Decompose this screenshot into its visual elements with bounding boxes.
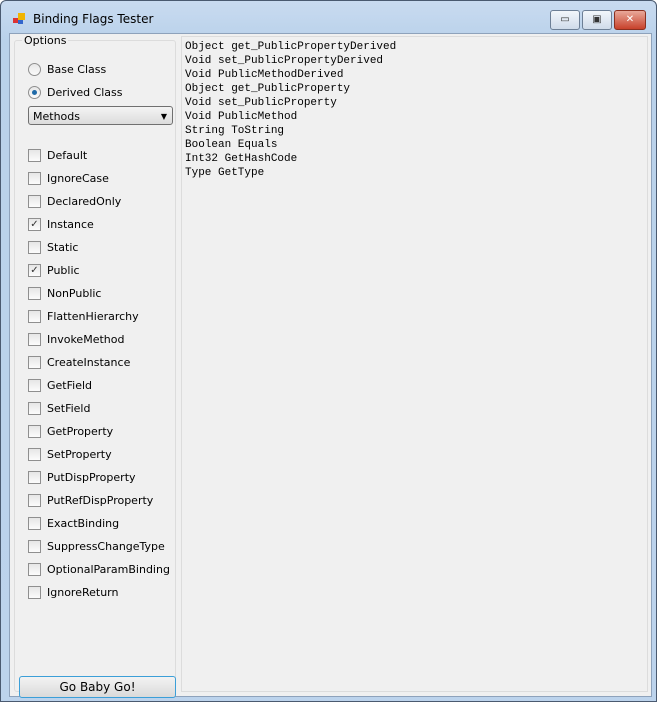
checkbox-label: Instance [47,217,94,231]
minimize-button[interactable]: ▭ [550,10,580,30]
checkbox-label: Default [47,148,88,162]
checkbox[interactable] [28,401,41,415]
member-type-dropdown[interactable]: Methods ▼ [28,106,173,125]
checkbox-nonpublic[interactable]: NonPublic [28,285,101,301]
checkbox-putdispproperty[interactable]: PutDispProperty [28,469,136,485]
checkbox-label: SetProperty [47,447,112,461]
radio-button[interactable] [28,85,41,99]
checkbox-createinstance[interactable]: CreateInstance [28,354,130,370]
checkbox-setproperty[interactable]: SetProperty [28,446,112,462]
window: Binding Flags Tester ▭ ▣ ✕ Options Base … [0,0,657,702]
close-button[interactable]: ✕ [614,10,646,30]
checkbox-label: OptionalParamBinding [47,562,170,576]
checkbox-invokemethod[interactable]: InvokeMethod [28,331,124,347]
checkbox-exactbinding[interactable]: ExactBinding [28,515,119,531]
output-line: Object get_PublicProperty [185,83,351,95]
checkbox[interactable]: ✓ [28,217,41,231]
checkbox-suppresschangetype[interactable]: SuppressChangeType [28,538,165,554]
checkbox-default[interactable]: Default [28,147,87,163]
checkbox-static[interactable]: Static [28,239,78,255]
output-line: String ToString [185,125,285,137]
radio-label: Base Class [47,62,107,76]
chevron-down-icon: ▼ [160,112,167,121]
checkbox[interactable] [28,378,41,392]
checkbox-label: IgnoreReturn [47,585,119,599]
checkbox-label: DeclaredOnly [47,194,122,208]
checkbox-label: IgnoreCase [47,171,109,185]
output-line: Boolean Equals [185,139,278,151]
radio-derived-class[interactable]: Derived Class [28,84,123,100]
output-line: Void set_PublicPropertyDerived [185,55,384,67]
checkbox-label: CreateInstance [47,355,131,369]
member-type-value: Methods [33,110,80,123]
checkbox[interactable] [28,194,41,208]
radio-button[interactable] [28,62,41,76]
output-line: Void set_PublicProperty [185,97,337,109]
checkbox[interactable] [28,447,41,461]
checkbox[interactable] [28,240,41,254]
checkbox[interactable]: ✓ [28,263,41,277]
checkbox[interactable] [28,516,41,530]
checkbox-label: Public [47,263,80,277]
checkbox[interactable] [28,332,41,346]
options-label: Options [22,34,69,47]
checkbox-instance[interactable]: ✓ Instance [28,216,94,232]
checkbox[interactable] [28,562,41,576]
client-area: Options Base Class Derived Class Methods … [9,33,652,698]
checkbox-label: PutRefDispProperty [47,493,154,507]
checkbox-label: GetProperty [47,424,114,438]
checkbox-label: FlattenHierarchy [47,309,139,323]
checkbox-label: PutDispProperty [47,470,136,484]
checkbox-ignorereturn[interactable]: IgnoreReturn [28,584,118,600]
checkbox[interactable] [28,585,41,599]
checkbox[interactable] [28,355,41,369]
checkbox-label: SuppressChangeType [47,539,165,553]
checkbox-public[interactable]: ✓ Public [28,262,80,278]
go-button[interactable]: Go Baby Go! [19,676,176,698]
checkbox[interactable] [28,493,41,507]
radio-base-class[interactable]: Base Class [28,61,106,77]
checkbox-label: Static [47,240,79,254]
output-line: Void PublicMethodDerived [185,69,344,81]
checkbox[interactable] [28,470,41,484]
maximize-button[interactable]: ▣ [582,10,612,30]
app-icon [13,13,27,25]
checkbox-getproperty[interactable]: GetProperty [28,423,113,439]
checkbox-label: NonPublic [47,286,102,300]
checkbox-putrefdispproperty[interactable]: PutRefDispProperty [28,492,153,508]
output-line: Object get_PublicPropertyDerived [185,41,397,53]
checkbox[interactable] [28,148,41,162]
checkbox[interactable] [28,539,41,553]
checkbox-declaredonly[interactable]: DeclaredOnly [28,193,121,209]
output-textbox[interactable]: Object get_PublicPropertyDerived Void set… [181,36,648,692]
radio-label: Derived Class [47,85,123,99]
checkbox-flattenhierarchy[interactable]: FlattenHierarchy [28,308,139,324]
checkbox-label: GetField [47,378,92,392]
window-title: Binding Flags Tester [33,12,154,26]
checkbox-getfield[interactable]: GetField [28,377,92,393]
output-line: Int32 GetHashCode [185,153,298,165]
checkbox[interactable] [28,286,41,300]
checkbox-optionalparambinding[interactable]: OptionalParamBinding [28,561,170,577]
checkbox-label: ExactBinding [47,516,120,530]
checkbox[interactable] [28,424,41,438]
checkbox-label: InvokeMethod [47,332,125,346]
output-line: Type GetType [185,167,265,179]
checkbox[interactable] [28,171,41,185]
checkbox-ignorecase[interactable]: IgnoreCase [28,170,109,186]
checkbox[interactable] [28,309,41,323]
options-group: Options Base Class Derived Class Methods … [14,34,176,698]
checkbox-label: SetField [47,401,91,415]
checkbox-setfield[interactable]: SetField [28,400,90,416]
output-line: Void PublicMethod [185,111,298,123]
